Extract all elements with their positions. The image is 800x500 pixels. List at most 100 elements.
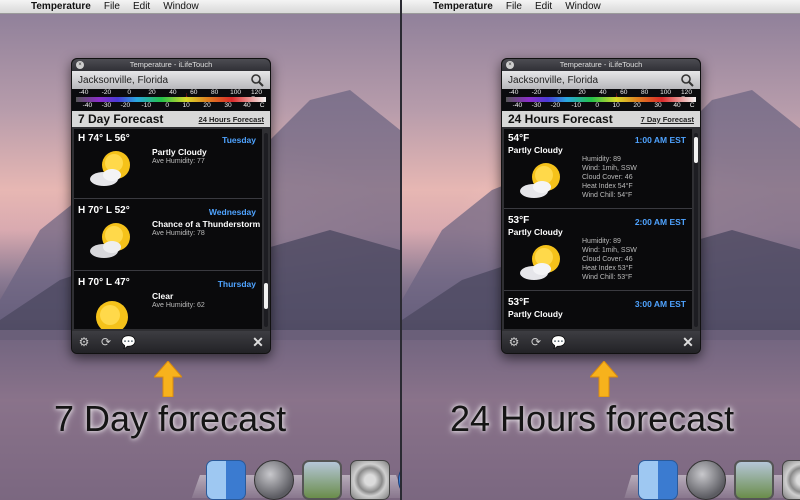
high-low: H 70° L 52° bbox=[78, 205, 130, 216]
menu-file[interactable]: File bbox=[506, 1, 522, 12]
detail-wind: Wind: 1mih, SSW bbox=[582, 165, 637, 172]
menu-edit[interactable]: Edit bbox=[535, 1, 552, 12]
temperature-widget: × Temperature - iLifeTouch Jacksonville,… bbox=[71, 58, 271, 354]
finder-icon[interactable] bbox=[206, 460, 246, 500]
scale-c-label: 10 bbox=[612, 102, 620, 109]
scale-f-label: 0 bbox=[557, 89, 562, 96]
hour-time: 2:00 AM EST bbox=[634, 217, 686, 227]
condition-text: Partly Cloudy bbox=[508, 227, 563, 237]
condition-block: Clear Ave Humidity: 62 bbox=[152, 291, 205, 311]
detail-humidity: Humidity: 89 bbox=[582, 238, 621, 245]
widget-title: Temperature - iLifeTouch bbox=[559, 60, 643, 69]
scale-f-label: 100 bbox=[230, 89, 242, 96]
forecast-heading: 24 Hours Forecast bbox=[508, 112, 613, 126]
widget-toolbar: ⚙ ⟳ 💬 ✕ bbox=[502, 331, 700, 353]
scale-c-label: 20 bbox=[633, 102, 641, 109]
close-icon[interactable]: × bbox=[76, 61, 84, 69]
gear-icon[interactable]: ⚙ bbox=[507, 335, 521, 349]
photo-app-icon[interactable] bbox=[734, 460, 774, 500]
system-preferences-icon[interactable] bbox=[782, 460, 800, 500]
widget-title-bar: × Temperature - iLifeTouch bbox=[502, 59, 700, 71]
scale-c-label: -30 bbox=[531, 102, 542, 109]
location-bar: Jacksonville, Florida bbox=[72, 71, 270, 89]
scale-c-label: -30 bbox=[101, 102, 112, 109]
launchpad-icon[interactable] bbox=[254, 460, 294, 500]
close-icon[interactable]: ✕ bbox=[681, 335, 695, 349]
launchpad-icon[interactable] bbox=[686, 460, 726, 500]
scrollbar-thumb[interactable] bbox=[264, 283, 268, 309]
sun-icon bbox=[96, 301, 128, 329]
photo-app-icon[interactable] bbox=[302, 460, 342, 500]
condition-block: Partly Cloudy Ave Humidity: 77 bbox=[152, 147, 207, 167]
up-arrow-icon bbox=[590, 361, 618, 397]
partly-cloudy-icon bbox=[520, 245, 560, 280]
hour-details: Humidity: 89 Wind: 1mih, SSW Cloud Cover… bbox=[582, 237, 637, 282]
temperature-scale: -40 -20 0 20 40 60 80 100 120 F ↓ -40 -3… bbox=[502, 89, 700, 111]
system-preferences-icon[interactable] bbox=[350, 460, 390, 500]
condition-text: Partly Cloudy bbox=[508, 145, 563, 155]
day-name: Wednesday bbox=[208, 207, 256, 217]
refresh-icon[interactable]: ⟳ bbox=[99, 335, 113, 349]
menu-bar: Temperature File Edit Window bbox=[402, 0, 800, 14]
scale-c-label: C bbox=[259, 102, 265, 109]
thunderstorm-icon bbox=[90, 223, 130, 258]
menu-file[interactable]: File bbox=[104, 1, 120, 12]
forecast-list[interactable]: H 74° L 56° Tuesday Partly Cloudy Ave Hu… bbox=[74, 129, 262, 329]
scale-f-label: -20 bbox=[101, 89, 112, 96]
high-low: H 70° L 47° bbox=[78, 277, 130, 288]
menu-window[interactable]: Window bbox=[163, 1, 199, 12]
menu-window[interactable]: Window bbox=[565, 1, 601, 12]
scrollbar[interactable] bbox=[264, 133, 268, 327]
menu-app-name[interactable]: Temperature bbox=[31, 1, 91, 12]
caption: 24 Hours forecast bbox=[450, 398, 735, 439]
finder-icon[interactable] bbox=[638, 460, 678, 500]
scrollbar-thumb[interactable] bbox=[694, 137, 698, 163]
detail-heat-index: Heat Index 54°F bbox=[582, 183, 633, 190]
scale-f-label: 20 bbox=[148, 89, 156, 96]
scale-c-label: C bbox=[689, 102, 695, 109]
switch-to-7-day-link[interactable]: 7 Day Forecast bbox=[641, 115, 694, 124]
scale-c-label: -10 bbox=[571, 102, 582, 109]
detail-heat-index: Heat Index 53°F bbox=[582, 265, 633, 272]
up-arrow-icon bbox=[154, 361, 182, 397]
scale-c-label: 30 bbox=[654, 102, 662, 109]
scale-f-label: -40 bbox=[78, 89, 89, 96]
list-item: 53°F Partly Cloudy 2:00 AM EST Humidity:… bbox=[504, 211, 692, 291]
menu-bar: Temperature File Edit Window bbox=[0, 0, 400, 14]
speech-bubble-icon[interactable]: 💬 bbox=[551, 335, 566, 349]
scale-f-label: 60 bbox=[620, 89, 628, 96]
menu-app-name[interactable]: Temperature bbox=[433, 1, 493, 12]
gear-icon[interactable]: ⚙ bbox=[77, 335, 91, 349]
speech-bubble-icon[interactable]: 💬 bbox=[121, 335, 136, 349]
forecast-header: 24 Hours Forecast 7 Day Forecast bbox=[502, 111, 700, 127]
humidity-text: Ave Humidity: 62 bbox=[152, 302, 205, 309]
switch-to-24-hours-link[interactable]: 24 Hours Forecast bbox=[199, 115, 264, 124]
search-icon[interactable] bbox=[680, 73, 694, 87]
refresh-icon[interactable]: ⟳ bbox=[529, 335, 543, 349]
detail-humidity: Humidity: 89 bbox=[582, 156, 621, 163]
list-item: H 70° L 47° Thursday Clear Ave Humidity:… bbox=[74, 273, 262, 329]
scale-f-label: -40 bbox=[508, 89, 519, 96]
scale-f-label: 40 bbox=[599, 89, 607, 96]
search-icon[interactable] bbox=[250, 73, 264, 87]
scale-c-label: 30 bbox=[224, 102, 232, 109]
list-item: 53°F Partly Cloudy 3:00 AM EST bbox=[504, 293, 692, 329]
hour-temp: 53°F bbox=[508, 215, 530, 226]
close-icon[interactable]: ✕ bbox=[251, 335, 265, 349]
scale-c-label: 0 bbox=[165, 102, 170, 109]
scale-c-label: 40 bbox=[673, 102, 681, 109]
partly-cloudy-icon bbox=[520, 163, 560, 198]
scale-f-label: 100 bbox=[660, 89, 672, 96]
widget-title-bar: × Temperature - iLifeTouch bbox=[72, 59, 270, 71]
scale-c-label: -20 bbox=[120, 102, 131, 109]
detail-wind: Wind: 1mih, SSW bbox=[582, 247, 637, 254]
list-item: 54°F Partly Cloudy 1:00 AM EST Humidity:… bbox=[504, 129, 692, 209]
forecast-list[interactable]: 54°F Partly Cloudy 1:00 AM EST Humidity:… bbox=[504, 129, 692, 329]
scrollbar[interactable] bbox=[694, 133, 698, 327]
day-name: Tuesday bbox=[222, 135, 256, 145]
condition-text: Partly Cloudy bbox=[152, 147, 207, 157]
menu-edit[interactable]: Edit bbox=[133, 1, 150, 12]
temperature-widget: × Temperature - iLifeTouch Jacksonville,… bbox=[501, 58, 701, 354]
close-icon[interactable]: × bbox=[506, 61, 514, 69]
scale-f-label: 20 bbox=[578, 89, 586, 96]
